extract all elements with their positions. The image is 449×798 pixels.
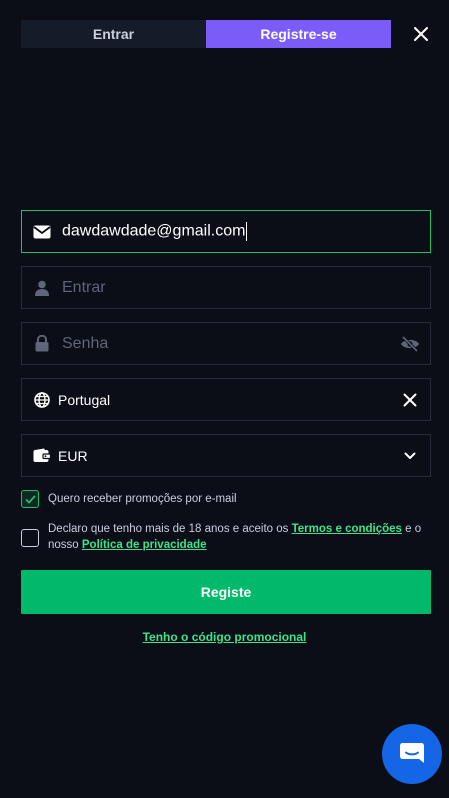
- terms-prefix-text: Declaro que tenho mais de 18 anos e acei…: [48, 523, 289, 535]
- password-input-placeholder[interactable]: Senha: [62, 335, 390, 353]
- country-select[interactable]: Portugal: [21, 378, 431, 421]
- email-input-value[interactable]: dawdawdade@gmail.com: [62, 222, 430, 241]
- terms-consent-label: Declaro que tenho mais de 18 anos e acei…: [48, 521, 431, 553]
- envelope-icon: [22, 225, 62, 239]
- privacy-link[interactable]: Política de privacidade: [82, 539, 207, 551]
- chat-icon: [400, 743, 424, 763]
- email-field[interactable]: dawdawdade@gmail.com: [21, 210, 431, 253]
- register-submit-button[interactable]: Registe: [21, 570, 431, 614]
- promo-code-link[interactable]: Tenho o código promocional: [0, 630, 449, 644]
- user-icon: [22, 280, 62, 296]
- globe-icon: [22, 391, 62, 408]
- auth-tabs: Entrar Registre-se: [21, 20, 391, 48]
- password-field[interactable]: Senha: [21, 322, 431, 365]
- wallet-icon: [22, 448, 62, 463]
- country-value: Portugal: [58, 391, 111, 408]
- close-button[interactable]: [410, 23, 432, 45]
- terms-consent-row: Declaro que tenho mais de 18 anos e acei…: [21, 521, 431, 553]
- tab-login[interactable]: Entrar: [21, 20, 206, 48]
- terms-link[interactable]: Termos e condições: [292, 523, 402, 535]
- text-caret: [246, 222, 248, 241]
- chat-button[interactable]: [382, 724, 442, 784]
- clear-country-button[interactable]: [390, 393, 430, 407]
- chevron-down-icon: [404, 452, 416, 459]
- currency-value: EUR: [58, 447, 88, 464]
- currency-dropdown-toggle[interactable]: [390, 452, 430, 460]
- currency-select[interactable]: EUR: [21, 434, 431, 477]
- eye-off-icon: [401, 335, 419, 352]
- promo-checkbox[interactable]: [21, 490, 39, 508]
- promo-consent-label: Quero receber promoções por e-mail: [48, 493, 237, 505]
- terms-checkbox[interactable]: [21, 529, 39, 547]
- login-field[interactable]: Entrar: [21, 266, 431, 309]
- close-icon: [414, 27, 428, 41]
- check-icon: [24, 494, 36, 504]
- toggle-password-visibility[interactable]: [390, 335, 430, 352]
- lock-icon: [22, 335, 62, 352]
- promo-consent-row: Quero receber promoções por e-mail: [21, 490, 237, 508]
- login-input-placeholder[interactable]: Entrar: [62, 279, 430, 297]
- tab-register[interactable]: Registre-se: [206, 20, 391, 48]
- clear-icon: [403, 393, 417, 406]
